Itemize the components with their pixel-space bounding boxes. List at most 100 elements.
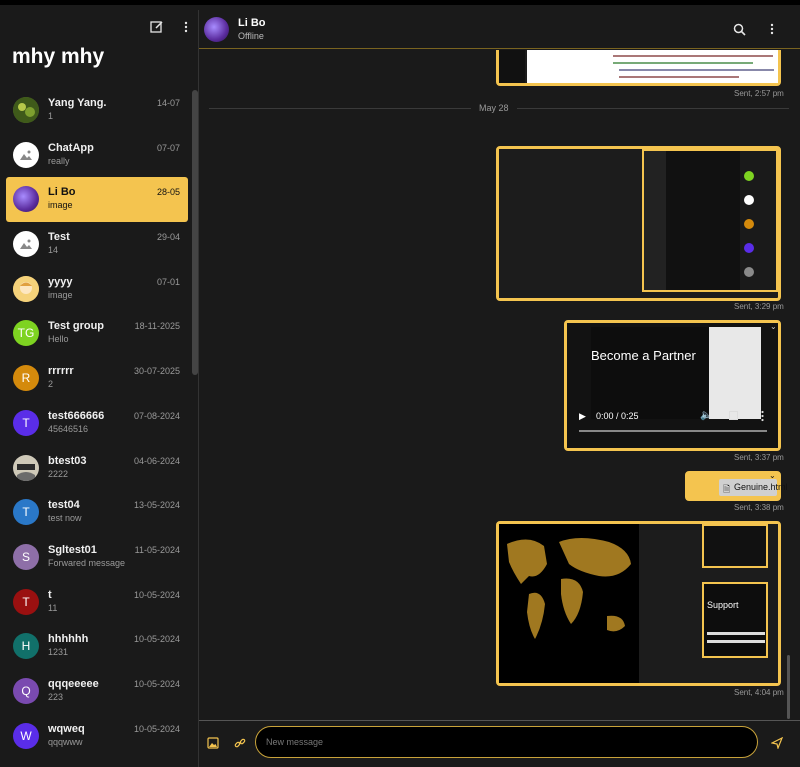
avatar-initials: Q	[13, 677, 39, 704]
chat-preview: 45646516	[48, 423, 89, 434]
play-icon[interactable]: ▶	[579, 411, 589, 421]
video-message[interactable]: Become a Partner ▶ 0:00 / 0:25 🔈 ⌄	[564, 320, 781, 451]
avatar-initials: W	[13, 722, 39, 749]
contact-avatar[interactable]	[204, 17, 229, 42]
file-message[interactable]: 🗎 Genuine.html ⌄	[685, 471, 788, 501]
message-scrollbar[interactable]	[787, 655, 790, 719]
chat-name: Test	[48, 231, 70, 244]
chat-date: 14-07	[156, 98, 180, 108]
sidebar-toolbar	[0, 10, 198, 40]
video-progress[interactable]	[579, 430, 767, 432]
chat-date: 10-05-2024	[133, 723, 180, 734]
file-icon: 🗎	[723, 484, 731, 494]
chat-item-wqweq[interactable]: W wqweq qqqwww 10-05-2024	[6, 714, 188, 759]
chat-item-btest03[interactable]: btest03 2222 04-06-2024	[6, 446, 188, 491]
fullscreen-icon[interactable]	[729, 411, 738, 420]
chat-name: ChatApp	[48, 141, 94, 154]
avatar-initials: T	[13, 499, 39, 526]
conversation-pane: Li Bo Offline Sent, 2:57 pm May 28 Sent,…	[199, 10, 800, 767]
avatar-photo-icon	[13, 97, 39, 123]
chat-name: t	[48, 588, 52, 601]
chat-date: 07-01	[156, 276, 180, 287]
chat-date: 07-08-2024	[133, 410, 180, 421]
chat-name: rrrrrr	[48, 365, 74, 378]
chat-date: 04-06-2024	[133, 455, 180, 466]
chat-preview: 2	[48, 379, 54, 390]
image-message[interactable]	[496, 50, 781, 86]
code-screenshot-sidebar	[499, 50, 525, 83]
avatar-initials: T	[13, 409, 39, 436]
chat-date: 11-05-2024	[134, 544, 180, 555]
chat-date: 28-05	[156, 187, 180, 198]
chat-item-test04[interactable]: T test04 test now 13-05-2024	[6, 490, 188, 535]
image-attach-icon[interactable]	[203, 733, 223, 753]
message-timestamp: Sent, 2:57 pm	[734, 89, 784, 98]
chat-item-t[interactable]: T t 11 10-05-2024	[6, 580, 188, 625]
chat-item-qqqeeeee[interactable]: Q qqqeeeee 223 10-05-2024	[6, 669, 188, 714]
video-overlay-text: Become a Partner	[591, 348, 696, 363]
avatar-photo-icon	[13, 454, 39, 481]
send-icon[interactable]	[767, 733, 787, 753]
chat-item-rrrrrr[interactable]: R rrrrrr 2 30-07-2025	[6, 356, 188, 401]
chat-date: 30-07-2025	[133, 366, 180, 377]
chat-preview: 223	[48, 691, 64, 702]
chat-item-yyyy[interactable]: yyyy image 07-01	[6, 267, 188, 312]
video-more-icon[interactable]	[761, 409, 764, 422]
chat-item-test-group[interactable]: TG Test group Hello 18-11-2025	[6, 311, 188, 356]
sidebar-title: mhy mhy	[12, 45, 105, 68]
chat-item-yang-yang[interactable]: Yang Yang. 1 14-07	[6, 88, 188, 133]
more-vert-icon[interactable]	[762, 19, 782, 39]
image-message[interactable]	[496, 146, 781, 301]
chat-item-test666666[interactable]: T test666666 45646516 07-08-2024	[6, 401, 188, 446]
message-timestamp: Sent, 3:29 pm	[734, 302, 784, 311]
chat-item-chatapp[interactable]: ChatApp really 07-07	[6, 133, 188, 178]
date-divider: May 28	[471, 103, 517, 113]
image-grid-message[interactable]: Support	[496, 521, 781, 686]
chat-name: Test group	[48, 320, 105, 333]
chat-preview: image	[48, 200, 73, 211]
chat-preview: test now	[48, 513, 82, 524]
chevron-down-icon[interactable]: ⌄	[769, 471, 776, 480]
chat-preview: image	[48, 289, 73, 300]
chat-item-hhhhhh[interactable]: H hhhhhh 1231 10-05-2024	[6, 624, 188, 669]
chat-item-li-bo[interactable]: Li Bo image 28-05	[6, 177, 188, 223]
conversation-header: Li Bo Offline	[199, 10, 800, 49]
chat-preview: 11	[48, 602, 58, 613]
message-list: Sent, 2:57 pm May 28 Sent, 3:29 pm Becom…	[199, 50, 800, 720]
code-screenshot	[527, 50, 778, 83]
more-vert-icon[interactable]	[176, 17, 196, 37]
video-time: 0:00 / 0:25	[596, 411, 639, 421]
chat-preview: really	[48, 155, 70, 166]
chat-name: Sgltest01	[48, 543, 97, 556]
chat-name: test04	[48, 499, 80, 512]
message-timestamp: Sent, 3:37 pm	[734, 453, 784, 462]
chat-name: Li Bo	[48, 186, 76, 199]
chat-name: btest03	[48, 454, 87, 467]
thumbnail-screenshot[interactable]	[702, 524, 768, 568]
chat-item-test[interactable]: Test 14 29-04	[6, 222, 188, 267]
search-icon[interactable]	[729, 19, 749, 39]
avatar-photo-icon	[13, 275, 39, 302]
message-timestamp: Sent, 3:38 pm	[734, 503, 784, 512]
chevron-down-icon[interactable]: ⌄	[770, 322, 777, 331]
avatar-initials: R	[13, 365, 39, 392]
chat-name: Yang Yang.	[48, 97, 107, 109]
link-icon[interactable]	[230, 733, 250, 753]
chat-date: 07-07	[156, 142, 180, 153]
chat-preview: Forwared message	[48, 557, 126, 568]
chat-item-sgltest01[interactable]: S Sgltest01 Forwared message 11-05-2024	[6, 535, 188, 580]
image-placeholder-icon	[13, 141, 39, 168]
chat-preview: 1	[48, 111, 54, 121]
file-chip[interactable]: 🗎 Genuine.html	[719, 479, 788, 496]
compose-icon[interactable]	[147, 17, 167, 37]
chat-name: qqqeeeee	[48, 677, 99, 690]
message-composer	[199, 720, 800, 767]
thumbnail-screenshot[interactable]: Support	[702, 582, 768, 658]
video-player[interactable]: Become a Partner ▶ 0:00 / 0:25 🔈	[567, 323, 778, 448]
volume-icon[interactable]: 🔈	[700, 410, 712, 421]
world-map-image[interactable]	[499, 524, 639, 683]
image-placeholder-icon	[13, 231, 39, 258]
message-input[interactable]	[255, 726, 758, 758]
sidebar-scrollbar[interactable]	[192, 90, 198, 375]
sidebar: mhy mhy Yang Yang. 1 14-07 ChatApp reall…	[0, 10, 199, 767]
